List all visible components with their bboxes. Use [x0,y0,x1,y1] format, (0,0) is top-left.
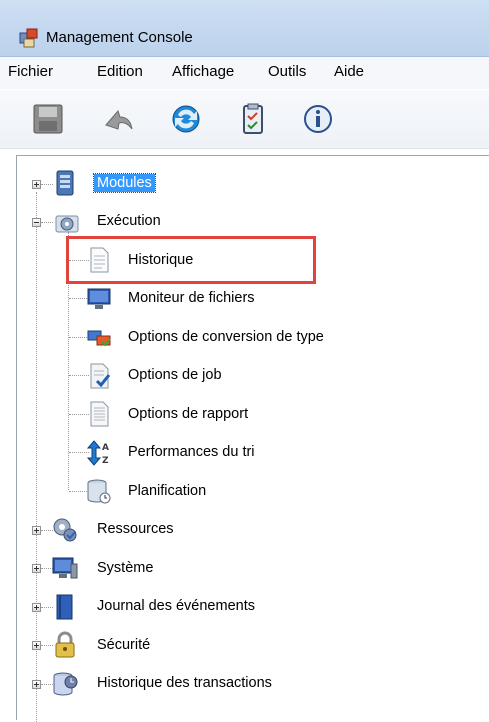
menu-edition[interactable]: Edition [97,63,143,80]
conversion-icon [85,323,113,351]
database-clock-icon [85,477,113,505]
refresh-icon [172,105,200,133]
clipboard-icon [243,103,263,134]
job-options-icon [85,362,113,390]
journal-expander[interactable] [32,603,41,612]
tree-item-modules[interactable]: Modules [93,173,156,193]
clipboard-button[interactable] [233,99,273,139]
systeme-expander[interactable] [32,564,41,573]
tree-item-execution[interactable]: Exécution [94,212,164,230]
svg-text:A: A [102,443,109,453]
modules-expander[interactable] [32,180,41,189]
svg-text:Z: Z [102,456,109,466]
menu-affichage[interactable]: Affichage [172,63,234,80]
info-button[interactable] [298,99,338,139]
tree-item-moniteur-de-fichiers[interactable]: Moniteur de fichiers [125,289,258,307]
tree-item-performances-tri[interactable]: Performances du tri [125,443,258,461]
tree-item-historique-transactions[interactable]: Historique des transactions [94,674,275,692]
tree-item-planification[interactable]: Planification [125,482,209,500]
save-icon [33,104,63,134]
lock-icon [51,631,79,659]
server-icon [51,169,79,197]
tree-item-ressources[interactable]: Ressources [94,520,177,538]
tree-item-securite[interactable]: Sécurité [94,636,153,654]
save-button[interactable] [28,99,68,139]
sort-icon: A Z [85,439,113,467]
computer-icon [51,554,79,582]
toolbar [0,90,489,149]
tree-item-options-rapport[interactable]: Options de rapport [125,405,251,423]
refresh-button[interactable] [166,99,206,139]
securite-expander[interactable] [32,641,41,650]
menu-outils[interactable]: Outils [268,63,306,80]
info-icon [304,105,332,133]
title-bar: Management Console [0,0,489,57]
monitor-icon [85,285,113,313]
ressources-expander[interactable] [32,526,41,535]
undo-icon [105,110,133,130]
window-title: Management Console [46,29,193,46]
database-clock-icon [51,670,79,698]
report-icon [85,400,113,428]
book-icon [51,593,79,621]
gear-icon [53,208,81,236]
highlight-box [66,236,316,284]
transactions-expander[interactable] [32,680,41,689]
resources-gear-icon [51,516,79,544]
menu-fichier[interactable]: Fichier [8,63,53,80]
tree-item-journal[interactable]: Journal des événements [94,597,258,615]
menu-aide[interactable]: Aide [334,63,364,80]
undo-button[interactable] [98,99,138,139]
execution-expander[interactable] [32,218,41,227]
tree-item-systeme[interactable]: Système [94,559,156,577]
tree-item-options-conversion[interactable]: Options de conversion de type [125,328,327,346]
app-icon [18,27,40,49]
menu-bar: Fichier Edition Affichage Outils Aide [0,57,489,89]
tree-item-options-job[interactable]: Options de job [125,366,225,384]
